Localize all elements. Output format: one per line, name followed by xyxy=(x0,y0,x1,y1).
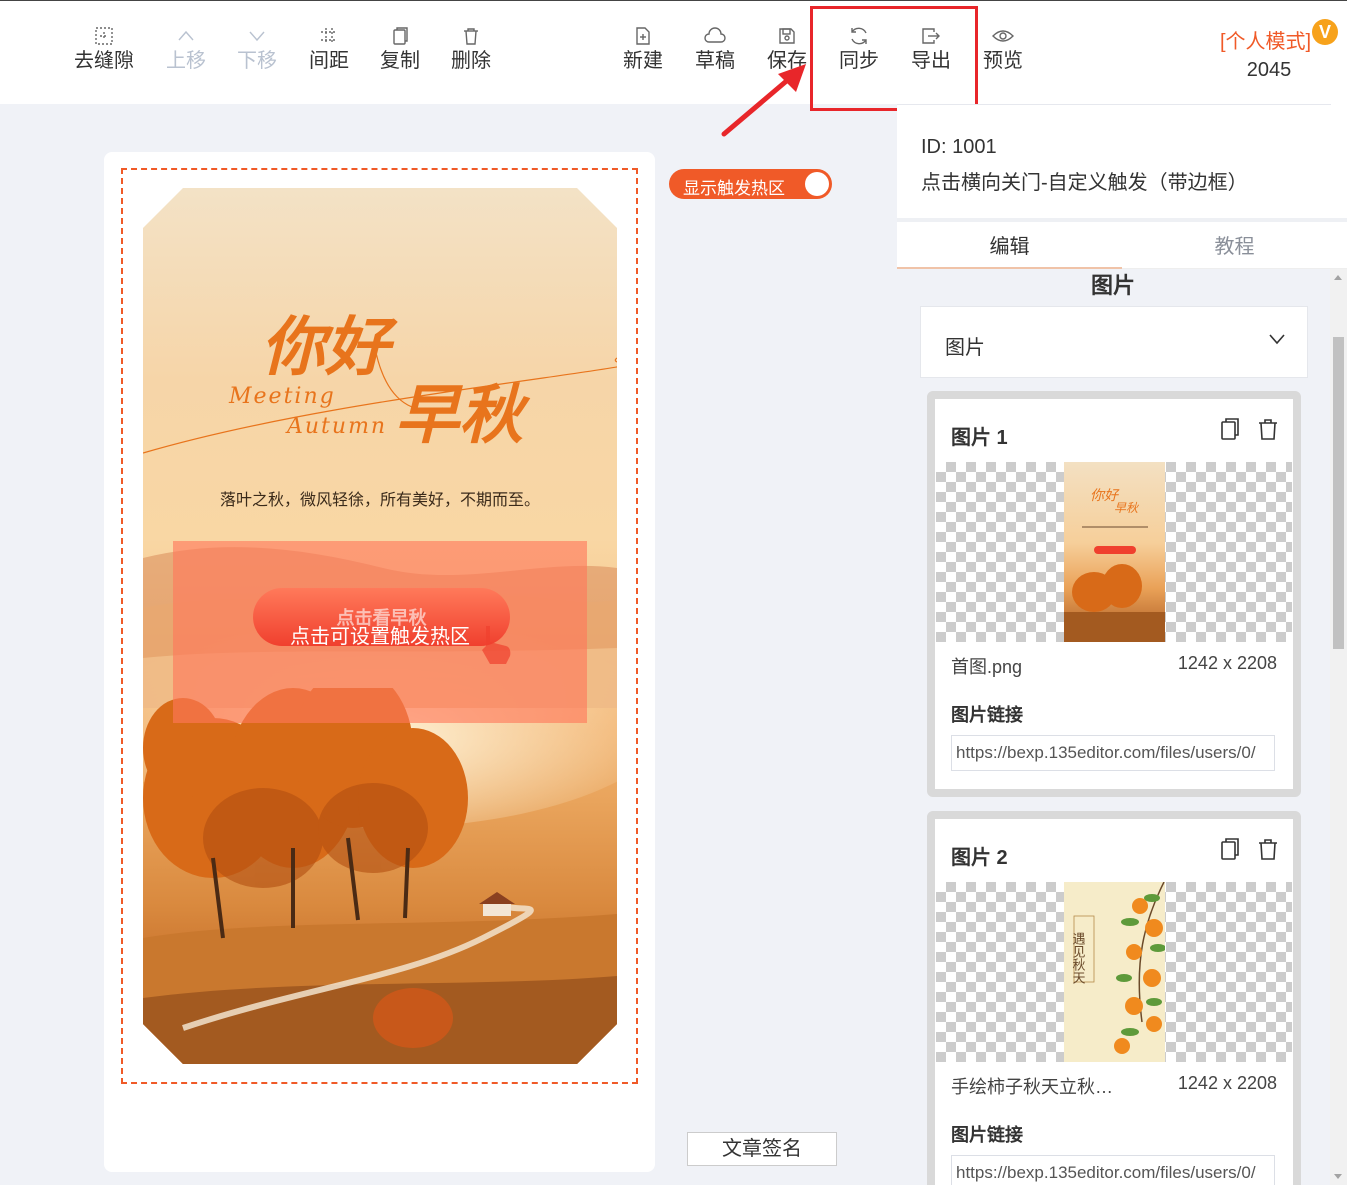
mode-indicator[interactable]: [个人模式] xyxy=(1220,25,1311,54)
remove-gap-button[interactable]: 去缝隙 xyxy=(68,23,140,73)
spacing-icon xyxy=(293,23,365,49)
image-filename: 手绘柿子秋天立秋… xyxy=(951,1077,1113,1097)
image-card-title: 图片 1 xyxy=(951,427,1008,449)
panel-top-divider xyxy=(897,104,1331,105)
annotation-highlight-box xyxy=(810,6,978,111)
move-down-label: 下移 xyxy=(237,50,277,72)
top-toolbar: 去缝隙 上移 下移 间距 复制 删除 新建 草稿 保存 同步 导出 预览 [个人… xyxy=(0,0,1347,104)
collapse-label: 图片 xyxy=(945,337,985,359)
pointer-hand-icon xyxy=(482,626,511,664)
image-thumbnail-1: 你好 早秋 xyxy=(1064,462,1165,642)
poster-subtitle-line1: Meeting xyxy=(229,384,336,409)
tab-tutorial[interactable]: 教程 xyxy=(1122,230,1347,259)
annotation-arrow-icon xyxy=(721,64,806,137)
image-collapse-header[interactable]: 图片 xyxy=(920,306,1308,378)
scroll-down-icon[interactable] xyxy=(1334,1174,1342,1179)
poster-trees-landscape xyxy=(143,688,617,1064)
trash-icon xyxy=(435,23,507,49)
poster-subtitle-line2: Autumn xyxy=(287,414,388,439)
thumbnail-vertical-text: 遇见秋天 xyxy=(1070,932,1086,984)
image-card-1: 图片 1 你好 早秋 首图.png 1242 x 2208 图片链接 xyxy=(927,391,1301,797)
template-name: 点击横向关门-自定义触发（带边框） xyxy=(921,172,1248,194)
trash-icon[interactable] xyxy=(1257,837,1279,861)
new-file-icon xyxy=(607,23,679,49)
chevron-down-icon xyxy=(221,23,293,49)
toggle-knob xyxy=(805,172,829,196)
move-down-button[interactable]: 下移 xyxy=(221,23,293,73)
tab-edit[interactable]: 编辑 xyxy=(897,230,1122,259)
poster-title-line2: 早秋 xyxy=(395,378,523,453)
svg-text:早秋: 早秋 xyxy=(1114,501,1140,515)
image-dimensions: 1242 x 2208 xyxy=(1177,653,1277,673)
panel-separator xyxy=(897,218,1347,222)
show-hotzone-label: 显示触发热区 xyxy=(683,179,785,198)
copy-icon[interactable] xyxy=(1219,837,1241,861)
show-hotzone-toggle[interactable]: 显示触发热区 xyxy=(669,169,832,199)
remove-gap-label: 去缝隙 xyxy=(74,50,134,72)
spacing-button[interactable]: 间距 xyxy=(293,23,365,73)
image-dimensions: 1242 x 2208 xyxy=(1177,1073,1277,1093)
image-preview[interactable]: 你好 早秋 xyxy=(936,462,1292,642)
copy-icon[interactable] xyxy=(1219,417,1241,441)
image-filename: 首图.png xyxy=(951,657,1023,677)
image-link-input[interactable] xyxy=(951,735,1275,771)
template-id: ID: 1001 xyxy=(921,136,997,158)
image-link-label: 图片链接 xyxy=(951,705,1023,725)
move-up-button[interactable]: 上移 xyxy=(150,23,222,73)
delete-label: 删除 xyxy=(451,50,491,72)
copy-icon xyxy=(364,23,436,49)
copy-label: 复制 xyxy=(380,50,420,72)
image-preview[interactable]: 遇见秋天 xyxy=(936,882,1292,1062)
user-count: 2045 xyxy=(1246,59,1292,81)
image-thumbnail-2: 遇见秋天 xyxy=(1064,882,1165,1062)
move-up-label: 上移 xyxy=(166,50,206,72)
spacing-label: 间距 xyxy=(309,50,349,72)
hotzone-hint[interactable]: 点击可设置触发热区 xyxy=(173,620,587,649)
panel-scrollbar[interactable] xyxy=(1330,269,1347,1185)
scrollbar-thumb[interactable] xyxy=(1333,337,1344,649)
new-button[interactable]: 新建 xyxy=(607,23,679,73)
section-title: 图片 xyxy=(1090,273,1135,298)
scroll-up-icon[interactable] xyxy=(1334,275,1342,280)
delete-button[interactable]: 删除 xyxy=(435,23,507,73)
gap-icon xyxy=(68,23,140,49)
vip-badge: V xyxy=(1312,19,1338,45)
cloud-icon xyxy=(679,23,751,49)
chevron-up-icon xyxy=(150,23,222,49)
image-card-title: 图片 2 xyxy=(951,847,1008,869)
image-link-input[interactable] xyxy=(951,1155,1275,1185)
poster-title-line1: 你好 xyxy=(261,310,389,385)
poster-tagline: 落叶之秋，微风轻徐，所有美好，不期而至。 xyxy=(219,490,540,509)
article-signature-button[interactable]: 文章签名 xyxy=(687,1132,837,1166)
chevron-down-icon xyxy=(1269,334,1285,345)
new-label: 新建 xyxy=(623,50,663,72)
copy-button[interactable]: 复制 xyxy=(364,23,436,73)
image-link-label: 图片链接 xyxy=(951,1125,1023,1145)
trash-icon[interactable] xyxy=(1257,417,1279,441)
image-card-2: 图片 2 遇见秋天 手绘柿子秋天立秋… 1242 x 2208 图片链接 xyxy=(927,811,1301,1185)
